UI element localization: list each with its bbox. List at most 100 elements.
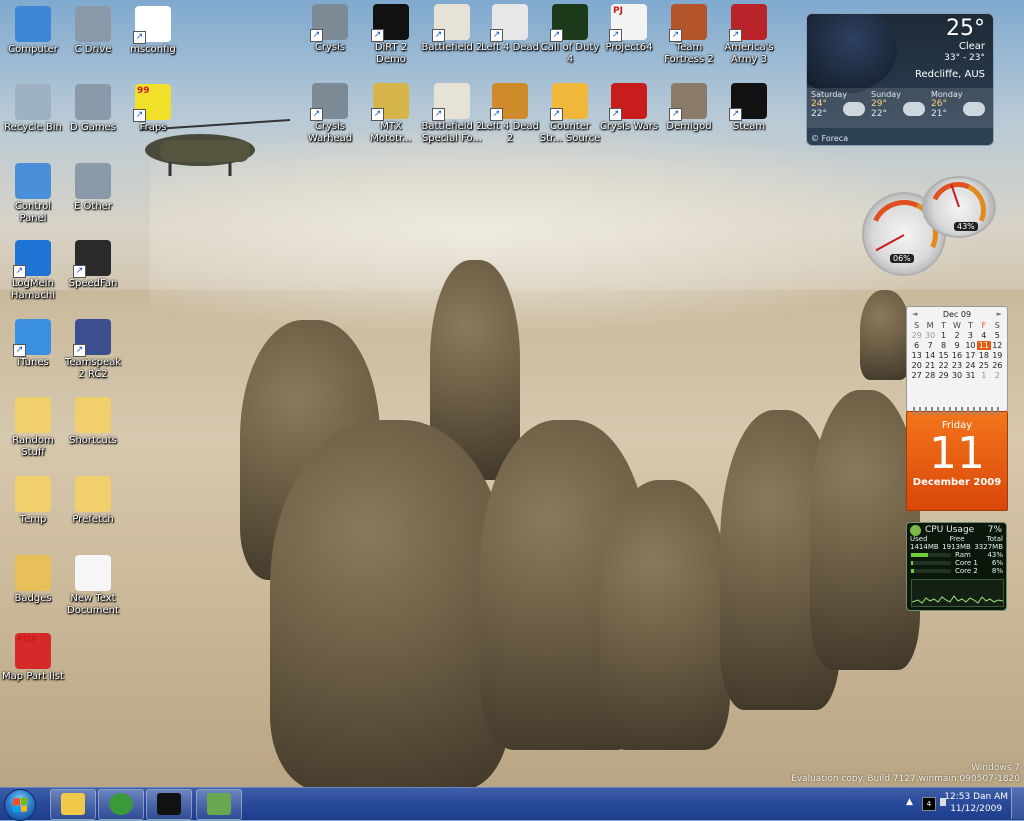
taskbar-clock[interactable]: 12:53 Dan AM 11/12/2009 [944,791,1008,815]
desktop-icon[interactable]: ↗ Steam [718,83,780,133]
desktop-icon[interactable]: ↗ Teamspeak 2 RC2 [62,319,124,381]
desktop-icon[interactable]: E Other [62,163,124,213]
calendar-day[interactable]: 4 [977,331,990,340]
calendar-day[interactable]: 18 [977,351,990,360]
calendar-day[interactable]: 1 [937,331,950,340]
desktop-icon[interactable]: ↗ msconfig [122,6,184,56]
calendar-day[interactable]: 31 [964,371,977,380]
calendar-day[interactable]: 14 [923,351,936,360]
calendar-gadget[interactable]: ◄ Dec 09 ► S M T W T F S 29 30 1 2 3 4 5 6 7 8 9 10 11 12 13 1… [906,306,1008,412]
calendar-day-today[interactable]: 11 [977,341,991,350]
desktop-icon[interactable]: ↗ MTX Mototr... [360,83,422,145]
cpu-usage-gadget[interactable]: CPU Usage 7% Used Free Total 1414MB 1913… [906,522,1007,611]
desktop-icon[interactable]: 99 ↗ Fraps [122,84,184,134]
taskbar-app-button[interactable] [146,789,192,820]
desktop-icon[interactable]: Temp [2,476,64,526]
calendar-day[interactable]: 13 [910,351,923,360]
desktop-icon[interactable]: PJ ↗ Project64 [598,4,660,54]
desktop-icon[interactable]: ↗ Counter Str... Source [539,83,601,145]
calendar-day[interactable]: 2 [950,331,963,340]
desktop-icon[interactable]: ↗ Crysis [299,4,361,54]
shortcut-arrow-icon: ↗ [729,29,742,42]
calendar-day[interactable]: 1 [977,371,990,380]
previous-month-button[interactable]: ◄ [912,310,917,318]
calendar-day[interactable]: 12 [991,341,1004,350]
desktop-icon[interactable]: ↗ LogMeIn Hamachi [2,240,64,302]
ram-usage-fill [911,553,929,557]
watermark-build: Evaluation copy. Build 7127.winmain.0905… [791,774,1020,784]
network-icon[interactable]: 4 [922,797,936,811]
next-month-button[interactable]: ► [997,310,1002,318]
calendar-day[interactable]: 30 [923,331,936,340]
calendar-day[interactable]: 17 [964,351,977,360]
calendar-weekday-header: T [967,321,973,330]
calendar-day[interactable]: 23 [950,361,963,370]
calendar-day[interactable]: 24 [964,361,977,370]
desktop-icon[interactable]: ↗ Crysis Warhead [299,83,361,145]
calendar-day[interactable]: 27 [910,371,923,380]
calendar-day[interactable]: 20 [910,361,923,370]
calendar-day[interactable]: 22 [937,361,950,370]
weather-provider[interactable]: © Foreca [811,134,848,143]
calendar-day[interactable]: 28 [923,371,936,380]
calendar-day[interactable]: 19 [991,351,1004,360]
desktop-icon[interactable]: ↗ Crysis Wars [598,83,660,133]
crysis-icon: ↗ [310,4,348,42]
desktop-icon[interactable]: ↗ Left 4 Dead [479,4,541,54]
ram-usage-bar [911,553,951,557]
text-document-icon [75,555,111,591]
calendar-day[interactable]: 5 [991,331,1004,340]
desktop-icon[interactable]: C Drive [62,6,124,56]
desktop-icon[interactable]: Random Stuff [2,397,64,459]
desktop-icon[interactable]: Control Panel [2,163,64,225]
desktop-icon[interactable]: ↗ Battlefield 2 Special Fo... [421,83,483,145]
desktop-icon[interactable]: D Games [62,84,124,134]
desktop-icon[interactable]: ↗ DiRT 2 Demo [360,4,422,66]
calendar-day[interactable]: 9 [950,341,963,350]
calendar-day[interactable]: 25 [977,361,990,370]
show-hidden-icons-button[interactable]: ▲ [906,797,913,807]
desktop-icon[interactable]: Badges [2,555,64,605]
clock-date: 11/12/2009 [950,804,1003,814]
calendar-day[interactable]: 6 [910,341,923,350]
desktop-icon[interactable]: ↗ Demigod [658,83,720,133]
calendar-day[interactable]: 2 [991,371,1004,380]
cpu-gadget-title-text: CPU Usage [925,525,975,535]
calendar-day[interactable]: 29 [937,371,950,380]
memory-meter-gauge[interactable]: 43% [922,174,996,246]
calendar-date-page[interactable]: Friday 11 December 2009 [906,407,1008,511]
taskbar: ▲ 4 12:53 Dan AM 11/12/2009 [0,787,1024,821]
weather-gadget[interactable]: 25° Clear 33° - 23° Redcliffe, AUS Satur… [806,13,994,146]
calendar-day[interactable]: 26 [991,361,1004,370]
taskbar-app-button[interactable] [196,789,242,820]
start-button[interactable] [4,789,36,821]
taskbar-app-button[interactable] [50,789,96,820]
calendar-day[interactable]: 29 [910,331,923,340]
core1-usage-row: Core 1 6% [907,559,1006,567]
taskbar-app-button[interactable] [98,789,144,820]
desktop-icon[interactable]: ↗ Left 4 Dead 2 [479,83,541,145]
show-desktop-button[interactable] [1011,788,1024,819]
desktop-icon[interactable]: ↗ Call of Duty 4 [539,4,601,66]
desktop-icon[interactable]: ↗ Battlefield 2 [421,4,483,54]
calendar-day[interactable]: 3 [964,331,977,340]
calendar-day[interactable]: 10 [964,341,977,350]
desktop-icon[interactable]: ↗ iTunes [2,319,64,369]
calendar-day[interactable]: 7 [923,341,936,350]
calendar-day[interactable]: 30 [950,371,963,380]
desktop-icon[interactable]: ↗ America's Army 3 [718,4,780,66]
calendar-day[interactable]: 16 [950,351,963,360]
calendar-day[interactable]: 8 [937,341,950,350]
desktop-icon[interactable]: ↗ Team Fortress 2 [658,4,720,66]
desktop-icon[interactable]: Prefetch [62,476,124,526]
desktop-icon-label: Battlefield 2 [421,42,483,53]
desktop-icon[interactable]: Shortcuts [62,397,124,447]
calendar-day[interactable]: 15 [937,351,950,360]
desktop-icon[interactable]: PDF Map Part list [2,633,64,683]
desktop-icon[interactable]: Computer [2,6,64,56]
calendar-day[interactable]: 21 [923,361,936,370]
shortcut-arrow-icon: ↗ [310,108,323,121]
desktop-icon[interactable]: New Text Document [62,555,124,617]
desktop-icon[interactable]: ↗ SpeedFan [62,240,124,290]
desktop-icon[interactable]: Recycle Bin [2,84,64,134]
